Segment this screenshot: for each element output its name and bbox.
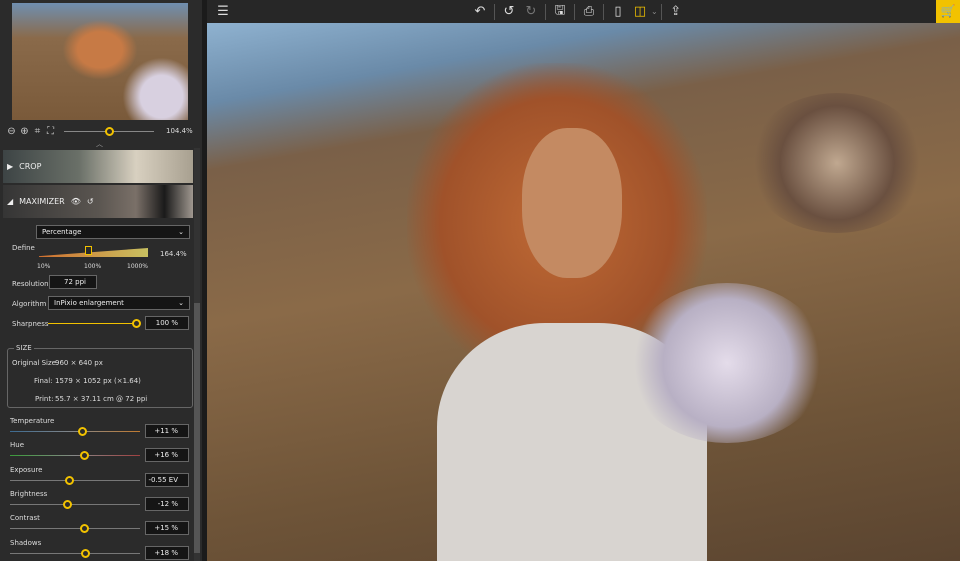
mode-select[interactable]: Percentage ⌄ bbox=[36, 225, 190, 239]
define-tick: 1000% bbox=[127, 263, 148, 270]
define-tick: 10% bbox=[37, 263, 51, 270]
zoom-slider[interactable] bbox=[64, 126, 154, 136]
adjustment-label: Temperature bbox=[10, 417, 55, 425]
adjustment-slider-knob[interactable] bbox=[81, 548, 91, 558]
redo-icon[interactable]: ↻ bbox=[520, 4, 542, 19]
undo-icon[interactable]: ↺ bbox=[498, 4, 520, 19]
adjustment-value-input[interactable]: +16 % bbox=[145, 448, 189, 463]
reset-icon[interactable]: ↺ bbox=[87, 197, 94, 206]
expand-icon: ▶ bbox=[7, 162, 14, 171]
define-tick: 100% bbox=[84, 263, 102, 270]
adjustment-label: Hue bbox=[10, 441, 25, 450]
adjustment-label: Shadows bbox=[10, 538, 42, 547]
sharpness-slider[interactable] bbox=[48, 319, 141, 328]
single-view-icon[interactable]: ▯ bbox=[607, 4, 629, 19]
original-size-value: 960 × 640 px bbox=[55, 359, 103, 367]
cart-icon[interactable]: 🛒 bbox=[936, 0, 960, 23]
eye-icon[interactable]: 👁 bbox=[71, 197, 81, 206]
adjustment-value-input[interactable]: +15 % bbox=[145, 521, 189, 536]
define-slider[interactable] bbox=[39, 248, 148, 257]
print-icon[interactable]: ⎙ bbox=[578, 4, 600, 19]
adjustment-slider-knob[interactable] bbox=[64, 475, 74, 485]
left-panel: ⊖ ⊕ ⌗ ⛶ 104.4% ︿ ▶ CROP ◢ MAXIMIZER 👁 ↺ … bbox=[0, 0, 202, 561]
adjustment-slider-knob[interactable] bbox=[77, 427, 87, 436]
final-size-label: Final: bbox=[34, 377, 53, 385]
resolution-input[interactable]: 72 ppi bbox=[49, 275, 97, 289]
navigator-thumbnail[interactable] bbox=[12, 3, 188, 120]
sharpness-label: Sharpness bbox=[12, 320, 49, 328]
define-slider-knob[interactable] bbox=[85, 246, 93, 255]
adjustment-slider-knob[interactable] bbox=[80, 451, 90, 461]
zoom-in-icon[interactable]: ⊕ bbox=[19, 126, 30, 137]
resolution-label: Resolution bbox=[12, 280, 49, 288]
adjustment-slider[interactable] bbox=[10, 524, 140, 534]
adjustment-slider[interactable] bbox=[10, 499, 140, 509]
section-maximizer-label: MAXIMIZER bbox=[19, 197, 65, 206]
original-size-label: Original Size bbox=[12, 359, 56, 367]
collapse-icon: ◢ bbox=[7, 197, 14, 206]
section-maximizer[interactable]: ◢ MAXIMIZER 👁 ↺ bbox=[3, 185, 193, 218]
print-size-label: Print: bbox=[35, 395, 54, 403]
adjustment-slider-knob[interactable] bbox=[80, 524, 90, 534]
face bbox=[522, 128, 622, 278]
define-label: Define bbox=[12, 244, 35, 252]
sharpness-input[interactable]: 100 % bbox=[145, 316, 189, 330]
print-size-value: 55.7 × 37.11 cm @ 72 ppi bbox=[55, 395, 148, 403]
adjustment-slider[interactable] bbox=[10, 548, 140, 558]
toolbar: ☰ ↶ ↺ ↻ 🖫 ⎙ ▯ ◫ ⌄ ⇪ 🛒 bbox=[207, 0, 960, 23]
photo-canvas[interactable] bbox=[207, 23, 960, 561]
adjustment-slider[interactable] bbox=[10, 451, 140, 461]
algorithm-label: Algorithm bbox=[12, 300, 47, 308]
blurred-flower bbox=[627, 283, 827, 443]
adjustment-label: Contrast bbox=[10, 514, 40, 523]
zoom-slider-knob[interactable] bbox=[105, 126, 114, 136]
panel-scrollbar[interactable] bbox=[194, 148, 200, 561]
mode-select-value: Percentage bbox=[42, 228, 82, 236]
zoom-percent: 104.4% bbox=[166, 127, 193, 135]
section-crop-label: CROP bbox=[19, 162, 42, 171]
zoom-out-icon[interactable]: ⊖ bbox=[6, 126, 17, 137]
define-value: 164.4% bbox=[160, 250, 187, 258]
revert-icon[interactable]: ↶ bbox=[469, 4, 491, 19]
collapse-navigator-icon[interactable]: ︿ bbox=[96, 139, 103, 149]
section-crop[interactable]: ▶ CROP bbox=[3, 150, 193, 183]
blurred-plant bbox=[747, 93, 927, 233]
adjustment-slider[interactable] bbox=[10, 475, 140, 485]
actual-size-icon[interactable]: ⌗ bbox=[32, 126, 43, 137]
adjustment-slider[interactable] bbox=[10, 427, 140, 436]
adjustment-label: Exposure bbox=[10, 465, 43, 474]
adjustment-slider-knob[interactable] bbox=[63, 499, 73, 509]
algorithm-select[interactable]: InPixio enlargement ⌄ bbox=[48, 296, 190, 310]
chevron-down-icon: ⌄ bbox=[178, 299, 184, 307]
final-size-value: 1579 × 1052 px (×1.64) bbox=[55, 377, 141, 385]
share-icon[interactable]: ⇪ bbox=[665, 4, 687, 19]
adjustment-label: Brightness bbox=[10, 489, 48, 498]
fit-screen-icon[interactable]: ⛶ bbox=[45, 126, 56, 137]
size-title: SIZE bbox=[14, 344, 34, 352]
adjustment-value-input[interactable]: +18 % bbox=[145, 545, 189, 560]
adjustment-value-input[interactable]: +11 % bbox=[145, 424, 189, 438]
sharpness-slider-knob[interactable] bbox=[132, 319, 141, 328]
adjustment-value-input[interactable]: -0.55 EV bbox=[145, 472, 189, 487]
algorithm-select-value: InPixio enlargement bbox=[54, 299, 124, 307]
scrollbar-thumb[interactable] bbox=[194, 303, 200, 553]
save-icon[interactable]: 🖫 bbox=[549, 1, 571, 23]
chevron-down-icon: ⌄ bbox=[178, 228, 184, 236]
chevron-down-icon[interactable]: ⌄ bbox=[651, 7, 658, 16]
size-info-box: SIZE Original Size 960 × 640 px Final: 1… bbox=[7, 344, 193, 408]
split-view-icon[interactable]: ◫ bbox=[629, 4, 651, 19]
menu-icon[interactable]: ☰ bbox=[212, 4, 234, 19]
adjustment-value-input[interactable]: -12 % bbox=[145, 496, 189, 511]
zoom-controls: ⊖ ⊕ ⌗ ⛶ 104.4% bbox=[6, 124, 196, 138]
